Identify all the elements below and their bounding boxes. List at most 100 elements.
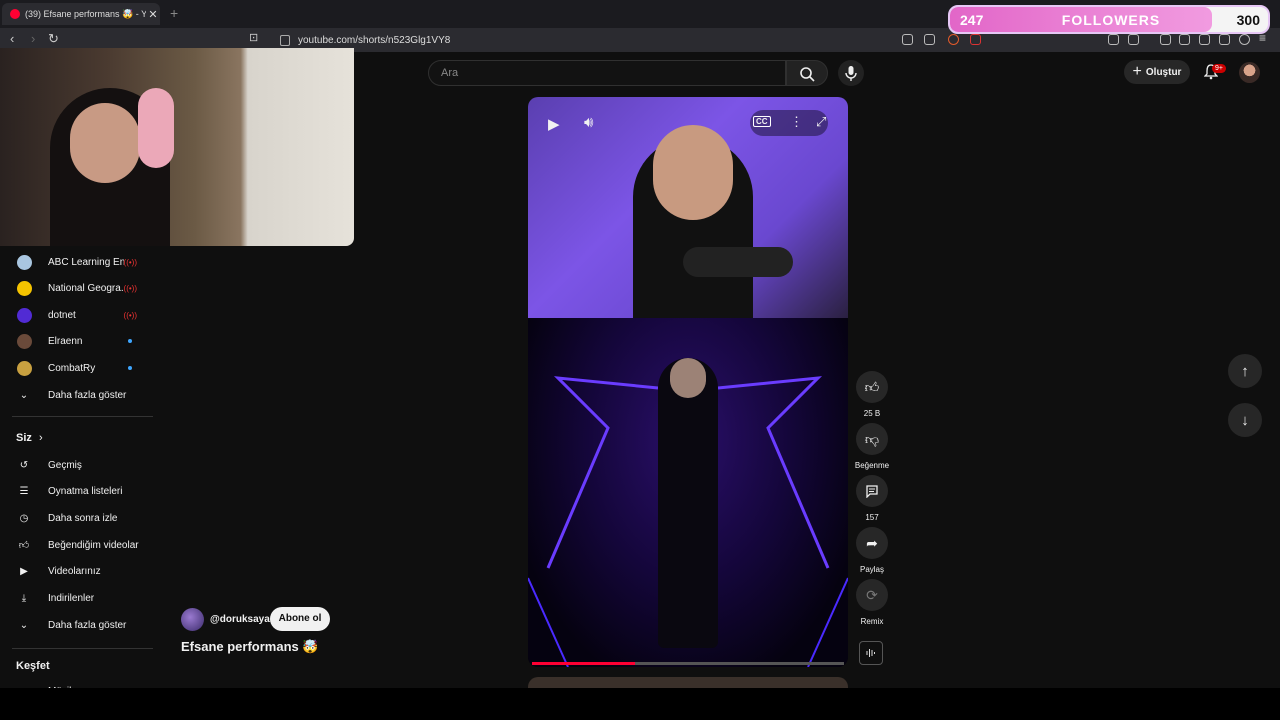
voice-search-button[interactable] [838,60,864,86]
your-videos-icon: ▶ [20,565,28,577]
share-label: Paylaş [859,565,884,574]
sidebar-toggle-icon[interactable] [1179,34,1190,45]
thumbs-up-icon: 👍︎ [18,540,30,551]
share-page-icon[interactable] [924,34,935,45]
share-button[interactable]: ➦ [856,527,888,559]
play-icon[interactable]: ▶ [548,115,560,133]
wallet-icon[interactable] [1199,34,1210,45]
url-text: youtube.com/shorts/n523Glg1VY8 [298,34,451,46]
sidebar-divider [12,416,153,417]
search-button[interactable] [786,60,828,86]
sidebar-item-label: Elraenn [48,335,83,347]
like-button[interactable]: 👍︎ [856,371,888,403]
channel-avatar [16,307,32,323]
short-title: Efsane performans 🤯 [181,639,319,654]
sidebar-item-watch-later[interactable]: ◷ Daha sonra izle [0,505,153,531]
sidebar-item-downloads[interactable]: ⤓ İndirilenler [0,585,153,611]
more-options-icon[interactable]: ⋮ [790,114,803,130]
music-icon[interactable] [1160,34,1171,45]
playlist-icon: ☰ [19,485,29,497]
cast-icon[interactable] [902,34,913,45]
sidebar-show-more[interactable]: ⌄ Daha fazla göster [0,382,153,408]
video-progress-bar[interactable] [532,662,844,665]
sidebar-item-history[interactable]: ↺ Geçmiş [0,452,153,478]
chevron-right-icon: › [38,432,43,444]
comments-button[interactable] [856,475,888,507]
sidebar-item-subscription[interactable]: Elraenn [0,328,153,354]
sound-button[interactable] [859,641,883,665]
new-tab-button[interactable]: + [170,5,178,21]
sidebar-show-more[interactable]: ⌄ Daha fazla göster [0,612,153,638]
brave-shield-icon[interactable] [948,34,959,45]
download-icon: ⤓ [21,592,27,604]
screenshot-icon[interactable] [1128,34,1139,45]
remix-action[interactable]: ⟳ Remix [856,579,888,626]
sidebar-item-your-videos[interactable]: ▶ Videolarınız [0,558,153,584]
channel-avatar [16,333,32,349]
sidebar-item-label: ABC Learning En... [48,256,124,268]
notification-badge: 9+ [1212,64,1226,73]
forward-icon[interactable]: › [31,31,35,46]
mic-icon [845,66,857,81]
screen-bottom-bar [0,688,1280,720]
sidebar-item-label: Daha fazla göster [48,389,127,401]
comments-action[interactable]: 157 [856,475,888,522]
dislike-action[interactable]: 👎︎ Beğenme [855,423,889,470]
volume-icon[interactable]: 🔊︎ [584,114,593,131]
shorts-video-player[interactable]: ▶ 🔊︎ CC ⋮ ⤢ [528,97,848,667]
bookmark-icon[interactable]: ⊡ [249,31,258,44]
sidebar-item-subscription[interactable]: dotnet ((•)) [0,302,153,328]
sidebar-item-label: Videolarınız [48,565,101,577]
search-input[interactable]: Ara [428,60,786,86]
captions-button[interactable]: CC [753,116,771,127]
dislike-button[interactable]: 👎︎ [856,423,888,455]
history-icon: ↺ [19,459,29,471]
channel-avatar [16,280,32,296]
microphone-shape [683,247,793,277]
previous-short-button[interactable]: ↑ [1228,354,1262,388]
like-count: 25 B [863,409,881,418]
remix-icon: ⟳ [866,586,878,603]
sidebar-item-liked-videos[interactable]: 👍︎ Beğendiğim videolar [0,532,153,558]
leo-ai-icon[interactable] [1219,34,1230,45]
subscribe-button[interactable]: Abone ol [270,607,330,631]
sidebar-section-explore: Keşfet [16,660,50,672]
channel-handle[interactable]: @doruksayar [210,614,274,625]
brave-rewards-icon[interactable] [970,34,981,45]
video-progress-fill [532,662,635,665]
extensions-icon[interactable] [1108,34,1119,45]
streamer-webcam-overlay [0,48,354,246]
sidebar-section-you[interactable]: Siz › [16,432,43,444]
share-action[interactable]: ➦ Paylaş [856,527,888,574]
chevron-down-icon: ⌄ [19,389,29,401]
next-short-button[interactable]: ↓ [1228,403,1262,437]
arrow-down-icon: ↓ [1241,411,1249,429]
search-icon [800,67,815,82]
remix-label: Remix [860,617,884,626]
sidebar-item-label: Oynatma listeleri [48,485,123,497]
thumbs-up-icon: 👍︎ [864,378,880,395]
site-info-icon[interactable] [280,34,290,46]
sidebar-item-playlists[interactable]: ☰ Oynatma listeleri [0,478,153,504]
fullscreen-icon[interactable]: ⤢ [816,114,826,130]
sidebar-item-subscription[interactable]: CombatRy [0,355,153,381]
sidebar-item-subscription[interactable]: National Geogra... ((•)) [0,275,153,301]
sidebar-item-label: Daha fazla göster [48,619,127,631]
address-bar[interactable]: youtube.com/shorts/n523Glg1VY8 [280,30,940,50]
create-button[interactable]: + Oluştur [1124,60,1190,84]
browser-tab[interactable]: (39) Efsane performans 🤯 - You ✕ [2,3,160,25]
channel-avatar[interactable] [181,608,204,631]
vpn-icon[interactable] [1239,34,1250,45]
channel-avatar [16,360,32,376]
followers-goal: 300 [1236,12,1260,28]
share-icon: ➦ [866,534,878,551]
like-action[interactable]: 👍︎ 25 B [856,371,888,418]
reload-icon[interactable]: ↻ [48,31,59,47]
remix-button[interactable]: ⟳ [856,579,888,611]
webcam-face [70,103,140,183]
sidebar-item-subscription[interactable]: ABC Learning En... ((•)) [0,249,153,275]
tab-close-button[interactable]: ✕ [146,8,160,21]
comment-icon [866,485,878,498]
account-avatar[interactable] [1239,62,1260,83]
back-icon[interactable]: ‹ [10,31,14,46]
